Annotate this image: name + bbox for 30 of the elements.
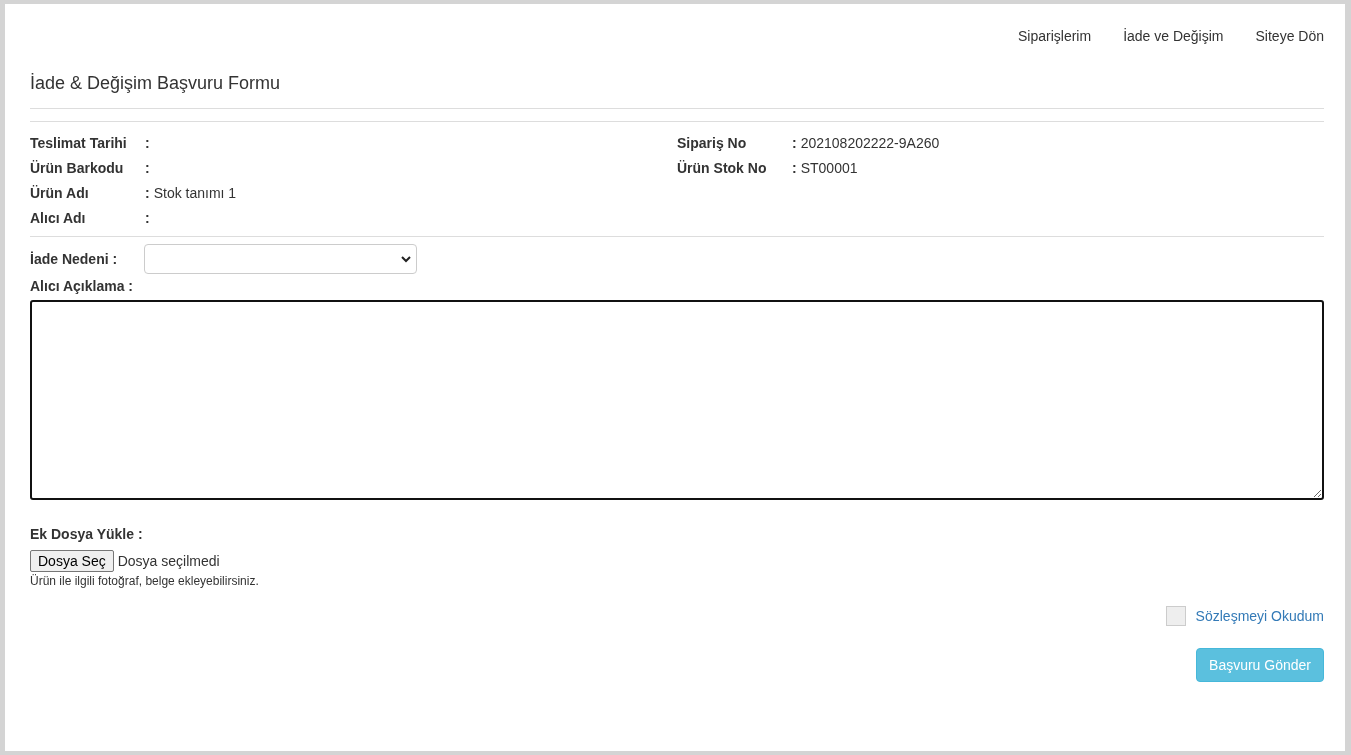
chevron-down-icon: [401, 255, 411, 263]
reason-dropdown[interactable]: [144, 244, 417, 274]
field-value: Stok tanımı 1: [153, 184, 237, 201]
field-label: Ürün Adı: [30, 184, 90, 201]
separator: :: [145, 159, 150, 176]
choose-file-button[interactable]: Dosya Seç: [30, 550, 114, 572]
field-label: Sipariş No: [677, 134, 748, 151]
upload-hint: Ürün ile ilgili fotoğraf, belge ekleyebilirsiniz.: [30, 574, 260, 588]
separator: :: [145, 134, 150, 151]
nav-link[interactable]: Siparişlerim: [1018, 28, 1092, 46]
agreement-link[interactable]: Sözleşmeyi Okudum: [1195, 608, 1324, 624]
field-label: İade Nedeni :: [30, 251, 119, 267]
field-label: Alıcı Açıklama :: [30, 278, 134, 294]
separator: :: [145, 184, 150, 201]
field-value: 202108202222-9A260: [800, 134, 940, 151]
nav-link[interactable]: Siteye Dön: [1255, 28, 1324, 46]
separator: :: [145, 209, 150, 226]
file-status: Dosya seçilmedi: [117, 553, 220, 569]
form-title: İade & Değişim Başvuru Formu: [30, 72, 282, 94]
field-label: Ek Dosya Yükle :: [30, 526, 144, 542]
agreement-checkbox[interactable]: [1165, 606, 1186, 626]
nav-link[interactable]: İade ve Değişim: [1123, 28, 1224, 46]
field-label: Ürün Stok No: [677, 159, 768, 176]
field-value: ST00001: [800, 159, 858, 176]
field-label: Teslimat Tarihi: [30, 134, 128, 151]
field-label: Ürün Barkodu: [30, 159, 125, 176]
separator: :: [792, 134, 797, 151]
separator: :: [792, 159, 797, 176]
field-label: Alıcı Adı: [30, 209, 87, 226]
comment-textarea[interactable]: [30, 300, 1324, 500]
